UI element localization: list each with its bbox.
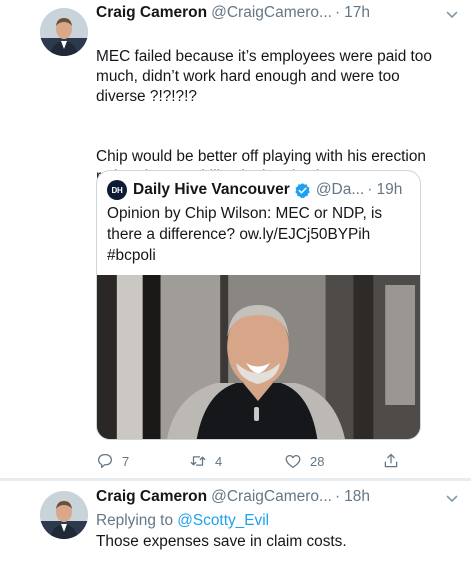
like-icon xyxy=(285,454,301,469)
share-button[interactable] xyxy=(382,452,408,470)
man-portrait-photo xyxy=(97,275,420,439)
verified-badge-icon xyxy=(295,182,310,198)
retweet-button[interactable]: 4 xyxy=(189,452,222,470)
quoted-author-handle: @Da... xyxy=(315,181,365,198)
tweet-paragraph: MEC failed because it’s employees were p… xyxy=(96,48,432,105)
quoted-avatar: DH xyxy=(107,180,127,200)
tweet[interactable]: Craig Cameron @CraigCamero... · 18h Repl… xyxy=(0,481,471,567)
quoted-timestamp: 19h xyxy=(376,181,403,198)
author-name[interactable]: Craig Cameron xyxy=(96,4,207,22)
like-button[interactable]: 28 xyxy=(284,452,324,470)
timestamp[interactable]: 18h xyxy=(344,488,370,506)
reply-count: 7 xyxy=(122,453,130,469)
caret-down-icon[interactable] xyxy=(443,490,461,508)
tweet-actions: 7 4 28 xyxy=(96,452,416,474)
timestamp[interactable]: 17h xyxy=(344,4,370,22)
quoted-tweet[interactable]: DH Daily Hive Vancouver @Da... · 19h Opi… xyxy=(96,170,421,440)
retweet-icon xyxy=(190,456,206,466)
retweet-count: 4 xyxy=(215,453,223,469)
replying-prefix: Replying to xyxy=(96,512,178,529)
author-handle[interactable]: @CraigCamero... xyxy=(211,4,332,22)
tweet-text: Those expenses save in claim costs. xyxy=(96,533,347,550)
tweet-header: Craig Cameron @CraigCamero... · 18h xyxy=(96,488,433,510)
tweet[interactable]: Craig Cameron @CraigCamero... · 17h MEC … xyxy=(0,0,471,478)
avatar[interactable] xyxy=(40,8,88,56)
author-name[interactable]: Craig Cameron xyxy=(96,488,207,506)
avatar[interactable] xyxy=(40,491,88,539)
like-count: 28 xyxy=(310,453,325,469)
avatar-photo xyxy=(40,8,88,56)
author-handle[interactable]: @CraigCamero... xyxy=(211,488,332,506)
caret-down-icon[interactable] xyxy=(443,6,461,24)
avatar-photo xyxy=(40,491,88,539)
quoted-tweet-text: Opinion by Chip Wilson: MEC or NDP, is t… xyxy=(107,205,383,264)
separator-dot: · xyxy=(367,181,373,198)
tweet-content: Craig Cameron @CraigCamero... · 18h Repl… xyxy=(96,488,458,552)
quoted-tweet-image[interactable] xyxy=(97,275,420,439)
separator-dot: · xyxy=(334,4,341,21)
quoted-tweet-header: DH Daily Hive Vancouver @Da... · 19h xyxy=(97,171,420,201)
reply-button[interactable]: 7 xyxy=(96,452,129,470)
separator-dot: · xyxy=(334,488,341,505)
quoted-author-name: Daily Hive Vancouver xyxy=(133,181,290,198)
replying-to: Replying to @Scotty_Evil xyxy=(96,510,433,531)
mention-link[interactable]: @Scotty_Evil xyxy=(177,512,269,529)
share-icon xyxy=(384,453,398,468)
tweet-header: Craig Cameron @CraigCamero... · 17h xyxy=(96,4,433,26)
reply-icon xyxy=(97,453,113,469)
